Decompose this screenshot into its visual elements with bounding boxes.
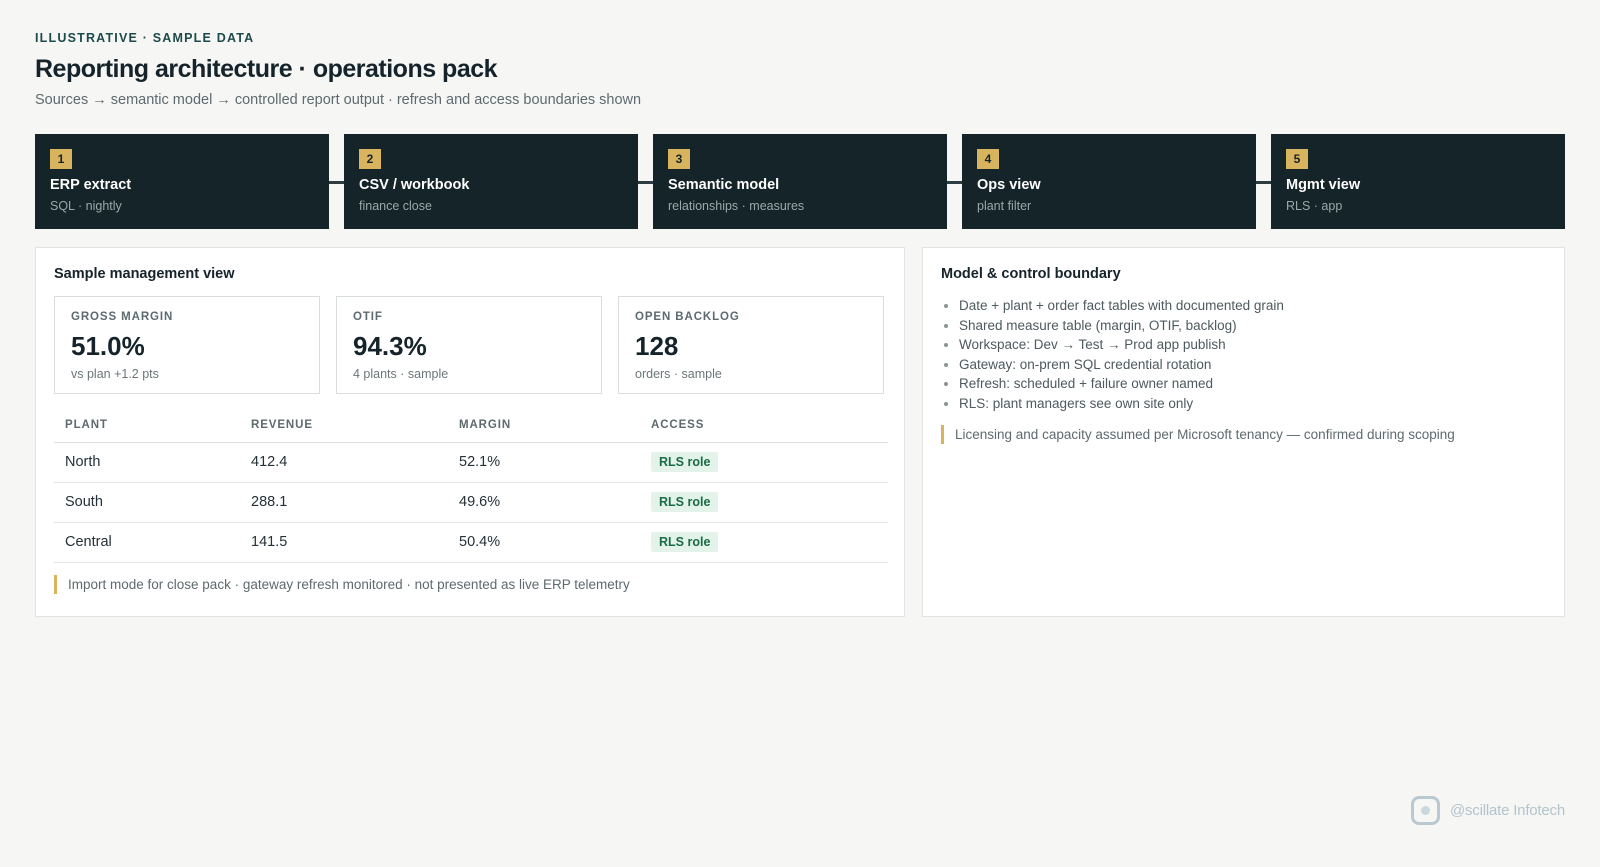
page-title: Reporting architecture · operations pack	[35, 55, 498, 83]
brand-name: @scillate Infotech	[1449, 802, 1565, 819]
list-item: Date + plant + order fact tables with do…	[959, 296, 1546, 316]
panel-title: Model & control boundary	[941, 266, 1121, 282]
eyebrow-label: ILLUSTRATIVE · SAMPLE DATA	[35, 31, 255, 45]
management-footnote: Import mode for close pack · gateway ref…	[54, 574, 886, 594]
list-item: Gateway: on-prem SQL credential rotation	[959, 355, 1546, 375]
table-row[interactable]: North 412.4 52.1% RLS role	[54, 442, 888, 483]
brand-watermark: @scillate Infotech	[1410, 796, 1565, 825]
pipeline-flow: 1 ERP extract SQL · nightly 2 CSV / work…	[35, 134, 1565, 229]
kpi-note: orders · sample	[635, 367, 722, 381]
cell-access: RLS role	[640, 442, 888, 483]
stage-title: CSV / workbook	[359, 177, 470, 193]
stage-title: ERP extract	[50, 177, 132, 193]
stage-subtitle: relationships · measures	[668, 199, 805, 213]
cell-revenue: 412.4	[240, 442, 448, 483]
kpi-card-otif: OTIF 94.3% 4 plants · sample	[336, 296, 602, 394]
cell-plant: South	[54, 482, 240, 523]
kpi-label: OPEN BACKLOG	[635, 311, 740, 323]
kpi-value: 128	[635, 331, 679, 361]
rls-role-badge: RLS role	[651, 452, 719, 472]
brand-logo-icon	[1410, 796, 1440, 825]
panel-title: Sample management view	[54, 266, 235, 282]
management-view-panel: Sample management view GROSS MARGIN 51.0…	[35, 247, 905, 617]
list-item: Workspace: Dev → Test → Prod app publish	[959, 335, 1546, 355]
pipeline-stage-erp-extract: 1 ERP extract SQL · nightly	[35, 134, 329, 229]
cell-access: RLS role	[640, 522, 888, 563]
stage-subtitle: plant filter	[977, 199, 1032, 213]
stage-number-badge: 4	[977, 149, 999, 169]
stage-number-badge: 3	[668, 149, 690, 169]
kpi-note: 4 plants · sample	[353, 367, 449, 381]
cell-margin: 52.1%	[448, 442, 640, 483]
kpi-card-open-backlog: OPEN BACKLOG 128 orders · sample	[618, 296, 884, 394]
rls-role-badge: RLS role	[651, 492, 719, 512]
table-row[interactable]: South 288.1 49.6% RLS role	[54, 482, 888, 523]
list-item: RLS: plant managers see own site only	[959, 394, 1546, 414]
page: ILLUSTRATIVE · SAMPLE DATA Reporting arc…	[0, 0, 1600, 867]
pipeline-stage-semantic-model: 3 Semantic model relationships · measure…	[653, 134, 947, 229]
stage-number-badge: 5	[1286, 149, 1308, 169]
cell-plant: Central	[54, 522, 240, 563]
kpi-note: vs plan +1.2 pts	[71, 367, 159, 381]
stage-title: Semantic model	[668, 177, 780, 193]
column-header-plant[interactable]: PLANT	[54, 408, 240, 443]
cell-plant: North	[54, 442, 240, 483]
stage-title: Ops view	[977, 177, 1041, 193]
stage-number-badge: 1	[50, 149, 72, 169]
cell-margin: 50.4%	[448, 522, 640, 563]
rls-role-badge: RLS role	[651, 532, 719, 552]
page-subtitle: Sources → semantic model → controlled re…	[35, 92, 642, 108]
stage-subtitle: SQL · nightly	[50, 199, 122, 213]
control-boundary-panel: Model & control boundary Date + plant + …	[922, 247, 1565, 617]
kpi-value: 94.3%	[353, 331, 427, 361]
table-row[interactable]: Central 141.5 50.4% RLS role	[54, 522, 888, 563]
table-header-row: PLANT REVENUE MARGIN ACCESS	[54, 408, 888, 443]
pipeline-stage-ops-view: 4 Ops view plant filter	[962, 134, 1256, 229]
list-item: Shared measure table (margin, OTIF, back…	[959, 316, 1546, 336]
boundary-list: Date + plant + order fact tables with do…	[941, 296, 1546, 413]
kpi-value: 51.0%	[71, 331, 145, 361]
column-header-margin[interactable]: MARGIN	[448, 408, 640, 443]
kpi-row: GROSS MARGIN 51.0% vs plan +1.2 pts OTIF…	[54, 296, 886, 394]
stage-number-badge: 2	[359, 149, 381, 169]
cell-revenue: 141.5	[240, 522, 448, 563]
column-header-revenue[interactable]: REVENUE	[240, 408, 448, 443]
boundary-footnote: Licensing and capacity assumed per Micro…	[941, 425, 1546, 444]
stage-subtitle: finance close	[359, 199, 432, 213]
pipeline-stage-mgmt-view: 5 Mgmt view RLS · app	[1271, 134, 1565, 229]
cell-revenue: 288.1	[240, 482, 448, 523]
kpi-label: OTIF	[353, 311, 383, 323]
cell-margin: 49.6%	[448, 482, 640, 523]
pipeline-stage-csv-workbook: 2 CSV / workbook finance close	[344, 134, 638, 229]
stage-subtitle: RLS · app	[1286, 199, 1343, 213]
stage-title: Mgmt view	[1286, 177, 1361, 193]
kpi-card-gross-margin: GROSS MARGIN 51.0% vs plan +1.2 pts	[54, 296, 320, 394]
kpi-label: GROSS MARGIN	[71, 311, 174, 323]
cell-access: RLS role	[640, 482, 888, 523]
list-item: Refresh: scheduled + failure owner named	[959, 374, 1546, 394]
plant-table: PLANT REVENUE MARGIN ACCESS North 412.4 …	[54, 408, 888, 563]
column-header-access[interactable]: ACCESS	[640, 408, 888, 443]
